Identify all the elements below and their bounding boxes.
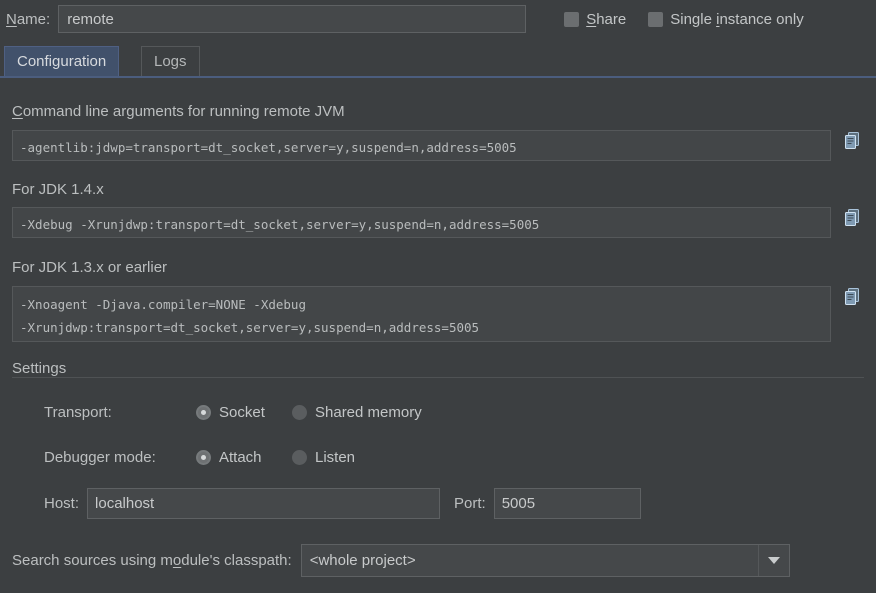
share-checkbox[interactable] [564, 11, 580, 27]
name-row-checkbox-group: Share Single instance only [564, 11, 804, 28]
settings-group-title: Settings [12, 360, 74, 377]
search-sources-combobox[interactable]: <whole project> [300, 544, 790, 577]
tab-configuration-label: Configuration [17, 53, 107, 70]
jdk13-label-text: For JDK 1.3.x or earlier [12, 259, 168, 276]
debugger-mode-attach-label: Attach [219, 449, 262, 466]
jdk13-args-field[interactable]: -Xnoagent -Djava.compiler=NONE -Xdebug -… [12, 286, 831, 342]
search-sources-label: Search sources using module's classpath: [12, 552, 292, 569]
jdk14-args-field[interactable]: -Xdebug -Xrunjdwp:transport=dt_socket,se… [12, 207, 831, 238]
debugger-mode-row: Debugger mode: Attach Listen [44, 449, 355, 466]
cmdline-args-label-mnemonic: C [12, 103, 23, 120]
transport-socket-label: Socket [219, 404, 265, 421]
name-label-rest: ame: [16, 10, 51, 28]
copy-cmdline-args-button[interactable] [841, 131, 863, 155]
share-label-mnemonic: S [586, 10, 597, 28]
name-input[interactable] [58, 5, 527, 33]
debugger-mode-label: Debugger mode: [44, 449, 156, 466]
chevron-down-icon [767, 557, 780, 564]
transport-label: Transport: [44, 404, 112, 421]
single-instance-label-pre: Single [670, 10, 717, 28]
transport-socket-radio[interactable] [196, 405, 211, 420]
copy-jdk14-args-button[interactable] [841, 208, 863, 232]
search-sources-row: Search sources using module's classpath:… [12, 544, 790, 577]
cmdline-args-label-rest: ommand line arguments for running remote… [22, 103, 345, 120]
host-label: Host: [44, 495, 80, 512]
transport-shared-memory-label: Shared memory [315, 404, 422, 421]
tab-logs-label: Logs [154, 53, 187, 70]
settings-separator [12, 377, 864, 378]
debugger-mode-option-attach[interactable]: Attach [196, 449, 292, 466]
single-instance-checkbox-item[interactable]: Single instance only [648, 11, 804, 28]
copy-icon [845, 288, 859, 305]
name-label-mnemonic: N [6, 10, 17, 28]
jdk14-label-text: For JDK 1.4.x [12, 181, 104, 198]
search-sources-label-post: dule's classpath: [181, 552, 292, 569]
search-sources-dropdown-button[interactable] [757, 545, 789, 576]
jdk13-label: For JDK 1.3.x or earlier [12, 259, 167, 276]
share-label-post: hare [596, 10, 627, 28]
name-row: Name: Share Single instance only [0, 0, 876, 38]
cmdline-args-label: Command line arguments for running remot… [12, 103, 345, 120]
search-sources-selected-value: <whole project> [309, 552, 416, 569]
copy-icon [845, 209, 859, 226]
debugger-mode-listen-label: Listen [315, 449, 356, 466]
copy-jdk13-args-button[interactable] [841, 287, 863, 311]
share-checkbox-item[interactable]: Share [564, 11, 626, 28]
port-label: Port: [454, 495, 486, 512]
tab-bar: Configuration Logs [0, 46, 876, 78]
single-instance-label-post: nstance only [719, 10, 804, 28]
debugger-mode-option-listen[interactable]: Listen [292, 449, 355, 466]
debugger-mode-attach-radio[interactable] [196, 450, 211, 465]
host-port-row: Host: Port: [44, 488, 641, 519]
host-input[interactable] [87, 488, 441, 519]
single-instance-checkbox-label: Single instance only [670, 11, 803, 28]
debugger-mode-listen-radio[interactable] [292, 450, 307, 465]
transport-shared-memory-radio[interactable] [292, 405, 307, 420]
port-input[interactable] [493, 488, 641, 519]
jdk14-label: For JDK 1.4.x [12, 181, 104, 198]
transport-option-socket[interactable]: Socket [196, 404, 292, 421]
copy-icon [845, 132, 859, 149]
name-label: Name: [6, 11, 50, 28]
transport-option-shared-memory[interactable]: Shared memory [292, 404, 422, 421]
tab-underline [0, 76, 876, 78]
single-instance-checkbox[interactable] [648, 11, 664, 27]
remote-debug-configuration-panel: Name: Share Single instance only Configu… [0, 0, 876, 593]
cmdline-args-field[interactable]: -agentlib:jdwp=transport=dt_socket,serve… [12, 130, 831, 161]
tab-logs[interactable]: Logs [141, 46, 200, 76]
search-sources-label-mnemonic: o [172, 552, 182, 569]
tab-configuration[interactable]: Configuration [4, 46, 120, 76]
share-checkbox-label: Share [586, 11, 626, 28]
transport-row: Transport: Socket Shared memory [44, 404, 422, 421]
search-sources-label-pre: Search sources using m [12, 552, 173, 569]
